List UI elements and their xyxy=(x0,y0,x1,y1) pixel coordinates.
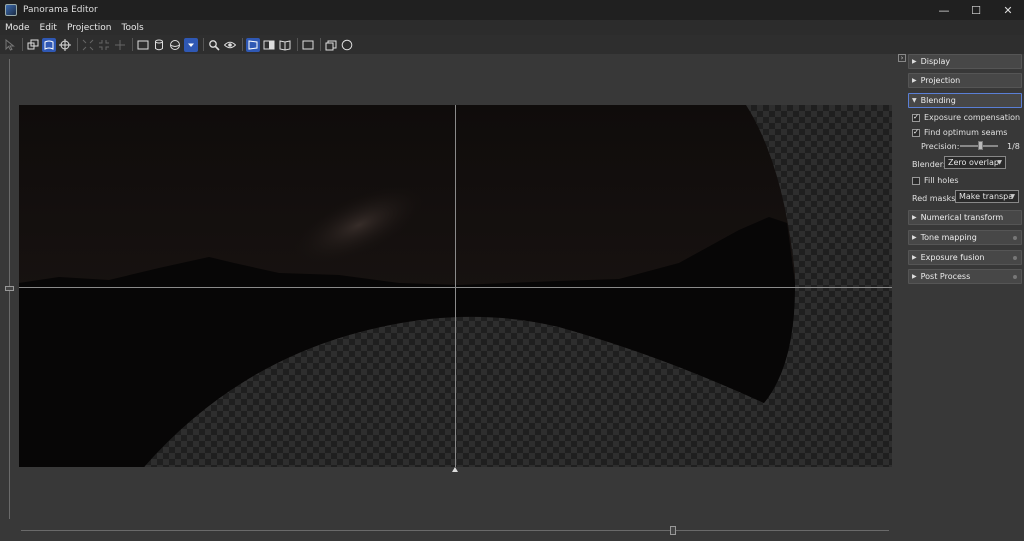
section-projection[interactable]: ▶ Projection xyxy=(908,73,1022,88)
select-icon[interactable] xyxy=(3,38,17,52)
dropdown-icon[interactable] xyxy=(184,37,198,52)
preview-workspace xyxy=(0,54,897,541)
sphere-icon[interactable] xyxy=(168,38,182,52)
panel-collapse-button[interactable]: › xyxy=(898,54,906,62)
section-tone-mapping[interactable]: ▶ Tone mapping xyxy=(908,230,1022,245)
toolbar-separator xyxy=(22,38,23,51)
shrink-icon[interactable] xyxy=(97,38,111,52)
vertical-fov-slider-handle[interactable] xyxy=(5,286,14,291)
center-guide-line xyxy=(455,105,456,467)
menu-mode[interactable]: Mode xyxy=(0,23,35,33)
collapsed-triangle-icon: ▶ xyxy=(912,58,917,65)
num-icon[interactable] xyxy=(301,38,315,52)
precision-value: 1/8 xyxy=(1007,142,1020,151)
half-frame-icon[interactable] xyxy=(262,38,276,52)
section-blending[interactable]: ▼ Blending xyxy=(908,93,1022,108)
status-dot-icon xyxy=(1013,256,1017,260)
precision-label: Precision: xyxy=(921,142,960,151)
section-post-process[interactable]: ▶ Post Process xyxy=(908,269,1022,284)
toolbar-separator xyxy=(203,38,204,51)
section-exposure-fusion[interactable]: ▶ Exposure fusion xyxy=(908,250,1022,265)
blender-select-value: Zero overlap xyxy=(948,158,999,167)
blender-select[interactable]: Zero overlap ▼ xyxy=(944,156,1006,169)
collapsed-triangle-icon: ▶ xyxy=(912,214,917,221)
preview-eye-icon[interactable] xyxy=(223,38,237,52)
center-marker-icon[interactable] xyxy=(452,467,458,472)
toolbar-separator xyxy=(297,38,298,51)
zoom-icon[interactable] xyxy=(207,38,221,52)
status-dot-icon xyxy=(1013,236,1017,240)
collapsed-triangle-icon: ▶ xyxy=(912,273,917,280)
toolbar-separator xyxy=(320,38,321,51)
minimize-button[interactable]: — xyxy=(928,0,960,20)
frame-icon[interactable] xyxy=(246,37,260,52)
section-label: Blending xyxy=(920,96,956,105)
window-controls: — ☐ ✕ xyxy=(928,0,1024,20)
precision-slider-handle[interactable] xyxy=(978,141,983,150)
section-label: Post Process xyxy=(920,272,971,281)
fill-holes-label: Fill holes xyxy=(924,176,959,185)
section-display[interactable]: ▶ Display xyxy=(908,54,1022,69)
title-bar: Panorama Editor — ☐ ✕ xyxy=(0,0,1024,20)
red-masks-select-value: Make transpa xyxy=(959,192,1014,201)
fill-holes-option[interactable]: Fill holes xyxy=(912,176,959,185)
ground-dark xyxy=(19,287,795,467)
collapsed-triangle-icon: ▶ xyxy=(912,77,917,84)
section-label: Numerical transform xyxy=(920,213,1004,222)
horizontal-fov-slider-handle[interactable] xyxy=(670,526,676,535)
chevron-down-icon: ▼ xyxy=(1010,193,1015,200)
toolbar-separator xyxy=(77,38,78,51)
red-masks-label: Red masks: xyxy=(912,194,959,203)
section-label: Tone mapping xyxy=(920,233,977,242)
blender-label: Blender: xyxy=(912,160,946,169)
window-title: Panorama Editor xyxy=(23,5,98,15)
help-icon[interactable] xyxy=(340,38,354,52)
red-masks-select[interactable]: Make transpa ▼ xyxy=(955,190,1019,203)
fit-icon[interactable] xyxy=(81,38,95,52)
menu-bar: Mode Edit Projection Tools xyxy=(0,20,1024,35)
panorama-preview[interactable] xyxy=(19,105,892,467)
toolbar xyxy=(0,35,1024,54)
find-seams-label: Find optimum seams xyxy=(924,128,1008,137)
app-icon xyxy=(5,4,17,16)
book-icon[interactable] xyxy=(278,38,292,52)
chevron-down-icon: ▼ xyxy=(997,159,1002,166)
status-dot-icon xyxy=(1013,275,1017,279)
crosshair-icon[interactable] xyxy=(113,38,127,52)
find-seams-checkbox[interactable]: ✓ xyxy=(912,128,920,137)
collapsed-triangle-icon: ▶ xyxy=(912,234,917,241)
rect-crop-icon[interactable] xyxy=(136,38,150,52)
maximize-button[interactable]: ☐ xyxy=(960,0,992,20)
options-panel: › ▶ Display ▶ Projection ▼ Blending ✓ Ex… xyxy=(897,54,1024,541)
exposure-compensation-option[interactable]: ✓ Exposure compensation xyxy=(912,113,1020,122)
menu-projection[interactable]: Projection xyxy=(62,23,117,33)
collapsed-triangle-icon: ▶ xyxy=(912,254,917,261)
toolbar-separator xyxy=(242,38,243,51)
menu-tools[interactable]: Tools xyxy=(116,23,148,33)
move-icon[interactable] xyxy=(58,38,72,52)
layers-icon[interactable] xyxy=(324,38,338,52)
section-label: Display xyxy=(920,57,951,66)
close-button[interactable]: ✕ xyxy=(992,0,1024,20)
horizontal-fov-slider[interactable] xyxy=(21,530,889,531)
rectilinear-icon[interactable] xyxy=(26,38,40,52)
exposure-compensation-checkbox[interactable]: ✓ xyxy=(912,113,920,122)
exposure-compensation-label: Exposure compensation xyxy=(924,113,1021,122)
toolbar-separator xyxy=(132,38,133,51)
expanded-triangle-icon: ▼ xyxy=(912,97,917,104)
section-label: Projection xyxy=(920,76,961,85)
section-label: Exposure fusion xyxy=(920,253,985,262)
cylinder-icon[interactable] xyxy=(152,38,166,52)
cylindrical-icon[interactable] xyxy=(42,37,56,52)
menu-edit[interactable]: Edit xyxy=(35,23,62,33)
fill-holes-checkbox[interactable] xyxy=(912,176,920,185)
section-numerical-transform[interactable]: ▶ Numerical transform xyxy=(908,210,1022,225)
find-seams-option[interactable]: ✓ Find optimum seams xyxy=(912,128,1007,137)
